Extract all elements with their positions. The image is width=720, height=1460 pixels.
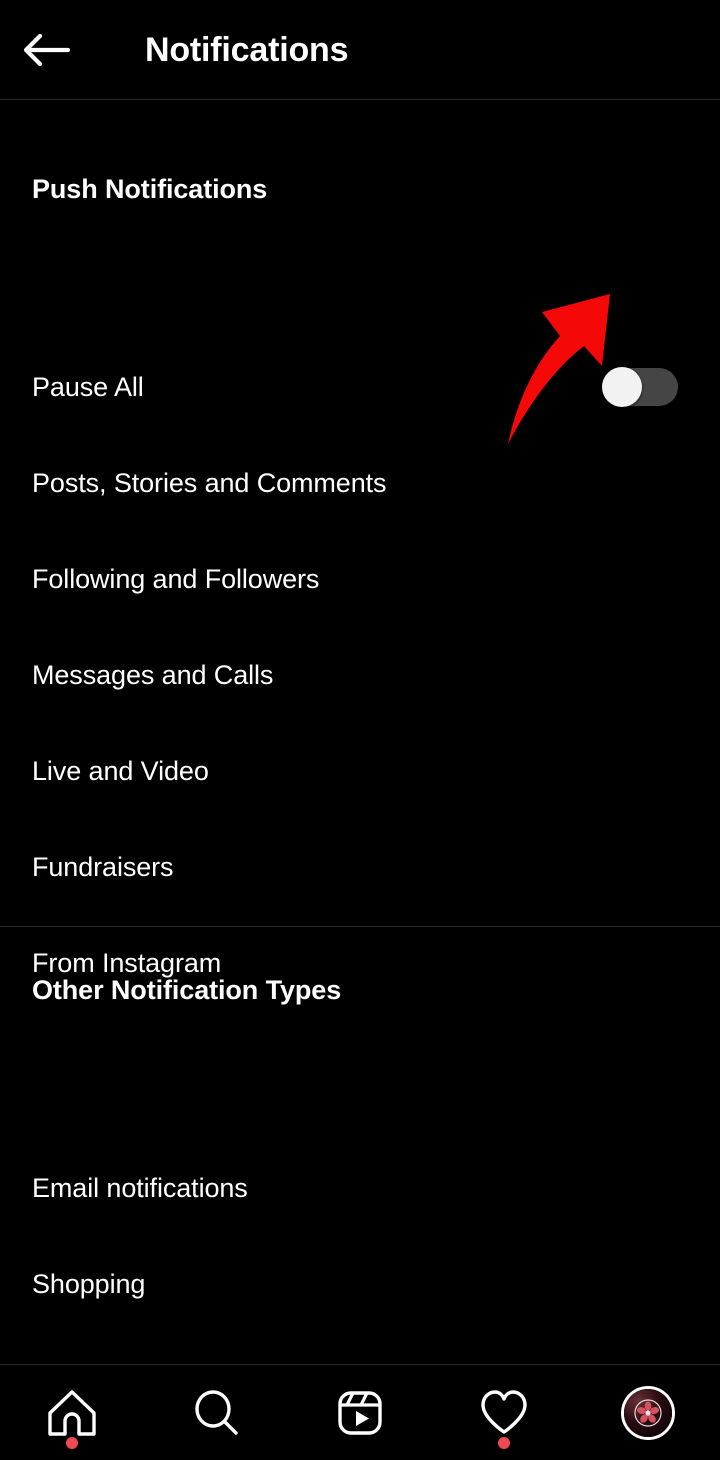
home-badge-dot bbox=[66, 1436, 78, 1449]
section-divider bbox=[0, 926, 720, 927]
bottom-navigation-bar bbox=[0, 1364, 720, 1460]
row-posts-stories-comments[interactable]: Posts, Stories and Comments bbox=[0, 435, 720, 531]
pause-all-toggle[interactable] bbox=[602, 367, 678, 407]
row-label: Fundraisers bbox=[32, 851, 174, 882]
row-label: Posts, Stories and Comments bbox=[32, 467, 387, 498]
row-fundraisers[interactable]: Fundraisers bbox=[0, 819, 720, 915]
row-following-and-followers[interactable]: Following and Followers bbox=[0, 531, 720, 627]
row-label: Following and Followers bbox=[32, 563, 320, 594]
row-label: Shopping bbox=[32, 1268, 146, 1299]
row-label: From Instagram bbox=[32, 947, 222, 978]
profile-avatar bbox=[621, 1385, 675, 1440]
back-button[interactable] bbox=[0, 0, 92, 100]
nav-item-profile[interactable] bbox=[576, 1365, 720, 1460]
row-label: Pause All bbox=[32, 371, 144, 402]
row-email-notifications[interactable]: Email notifications bbox=[0, 1140, 720, 1236]
search-icon bbox=[190, 1388, 242, 1438]
row-label: Live and Video bbox=[32, 755, 209, 786]
nav-item-reels[interactable] bbox=[288, 1365, 432, 1460]
section-title-other-notification-types: Other Notification Types bbox=[32, 975, 342, 1005]
app-header: Notifications bbox=[0, 0, 720, 100]
nav-item-activity[interactable] bbox=[432, 1365, 576, 1460]
row-label: Email notifications bbox=[32, 1172, 248, 1203]
other-notification-types-list: Email notifications Shopping bbox=[0, 1140, 720, 1332]
back-arrow-icon bbox=[20, 31, 72, 69]
row-pause-all[interactable]: Pause All bbox=[0, 339, 720, 435]
row-shopping[interactable]: Shopping bbox=[0, 1236, 720, 1332]
activity-badge-dot bbox=[498, 1436, 510, 1449]
section-title-push-notifications: Push Notifications bbox=[32, 174, 268, 204]
row-live-and-video[interactable]: Live and Video bbox=[0, 723, 720, 819]
settings-content: Push Notifications Pause All Posts, Stor… bbox=[0, 101, 720, 1364]
push-notifications-list: Pause All Posts, Stories and Comments Fo… bbox=[0, 339, 720, 1011]
toggle-knob bbox=[602, 367, 642, 407]
avatar-flower-pattern bbox=[634, 1398, 662, 1427]
page-title: Notifications bbox=[145, 30, 349, 69]
reels-icon bbox=[334, 1388, 386, 1438]
home-icon bbox=[46, 1388, 98, 1438]
row-messages-and-calls[interactable]: Messages and Calls bbox=[0, 627, 720, 723]
nav-item-home[interactable] bbox=[0, 1365, 144, 1460]
heart-icon bbox=[478, 1388, 530, 1438]
nav-item-search[interactable] bbox=[144, 1365, 288, 1460]
row-label: Messages and Calls bbox=[32, 659, 274, 690]
